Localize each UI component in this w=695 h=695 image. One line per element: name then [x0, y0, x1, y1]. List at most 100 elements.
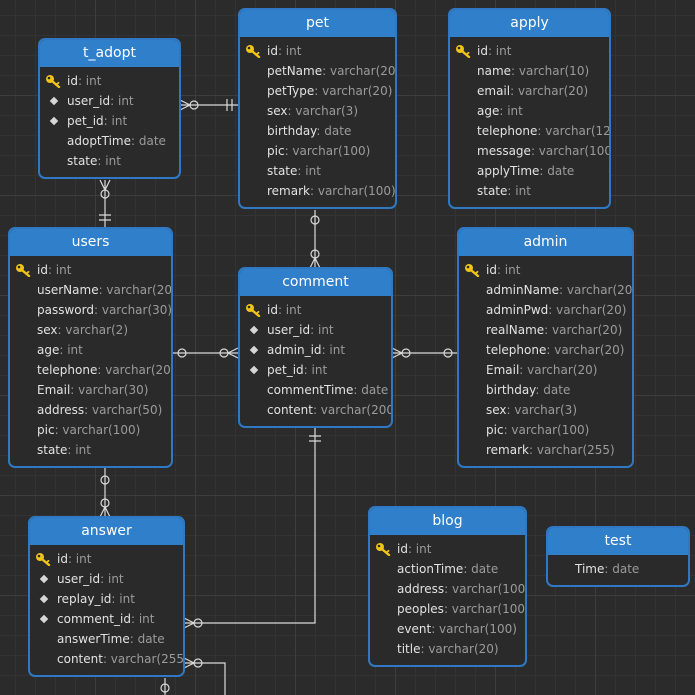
field-row[interactable]: adminName: varchar(20): [459, 280, 632, 300]
field-type: : varchar(20): [420, 642, 499, 656]
field-row[interactable]: id: int: [450, 41, 609, 61]
field-row[interactable]: birthday: date: [459, 380, 632, 400]
field-row[interactable]: birthday: date: [240, 121, 395, 141]
field-row[interactable]: content: varchar(255): [30, 649, 183, 669]
entity-test[interactable]: test Time: date: [546, 526, 690, 587]
field-row[interactable]: address: varchar(100): [370, 579, 525, 599]
entity-fields: id: int userName: varchar(20) password: va…: [10, 256, 171, 460]
field-type: : varchar(100): [503, 423, 590, 437]
entity-blog[interactable]: blog id: int actionTime: date address: varc…: [368, 506, 527, 667]
field-row[interactable]: name: varchar(10): [450, 61, 609, 81]
field-row[interactable]: sex: varchar(3): [240, 101, 395, 121]
entity-pet[interactable]: pet id: int petName: varchar(20) petType: v…: [238, 8, 397, 209]
field-name: sex: [267, 104, 288, 118]
field-row[interactable]: id: int: [10, 260, 171, 280]
entity-answer[interactable]: answer id: int user_id: int replay_id: int c…: [28, 516, 185, 677]
field-row[interactable]: content: varchar(200): [240, 400, 391, 420]
field-row[interactable]: Time: date: [548, 559, 688, 579]
field-row[interactable]: pic: varchar(100): [240, 141, 395, 161]
field-row[interactable]: pet_id: int: [240, 360, 391, 380]
field-name: id: [267, 303, 278, 317]
field-row[interactable]: id: int: [370, 539, 525, 559]
field-row[interactable]: telephone: varchar(12): [450, 121, 609, 141]
field-row[interactable]: age: int: [10, 340, 171, 360]
field-row[interactable]: sex: varchar(2): [10, 320, 171, 340]
field-type: : varchar(100): [443, 602, 527, 616]
field-name: answerTime: [57, 632, 130, 646]
field-row[interactable]: pet_id: int: [40, 111, 179, 131]
field-row[interactable]: petName: varchar(20): [240, 61, 395, 81]
field-row[interactable]: userName: varchar(20): [10, 280, 171, 300]
field-row[interactable]: peoples: varchar(100): [370, 599, 525, 619]
field-name: id: [57, 552, 68, 566]
field-row[interactable]: pic: varchar(100): [10, 420, 171, 440]
field-row[interactable]: actionTime: date: [370, 559, 525, 579]
field-name: birthday: [267, 124, 317, 138]
field-name: title: [397, 642, 421, 656]
field-type: : varchar(100): [309, 184, 396, 198]
field-name: password: [37, 303, 94, 317]
field-row[interactable]: state: int: [450, 181, 609, 201]
field-row[interactable]: replay_id: int: [30, 589, 183, 609]
field-name: state: [67, 154, 98, 168]
field-type: : varchar(200): [312, 403, 393, 417]
field-row[interactable]: Email: varchar(20): [459, 360, 632, 380]
field-type: : int: [77, 74, 102, 88]
field-row[interactable]: id: int: [30, 549, 183, 569]
field-row[interactable]: Email: varchar(30): [10, 380, 171, 400]
field-row[interactable]: remark: varchar(255): [459, 440, 632, 460]
field-row[interactable]: sex: varchar(3): [459, 400, 632, 420]
field-name: state: [37, 443, 68, 457]
field-row[interactable]: age: int: [450, 101, 609, 121]
field-row[interactable]: state: int: [240, 161, 395, 181]
field-row[interactable]: adoptTime: date: [40, 131, 179, 151]
field-row[interactable]: id: int: [240, 41, 395, 61]
field-row[interactable]: email: varchar(20): [450, 81, 609, 101]
diamond-icon: [39, 594, 49, 604]
field-row[interactable]: realName: varchar(20): [459, 320, 632, 340]
field-row[interactable]: petType: varchar(20): [240, 81, 395, 101]
field-row[interactable]: applyTime: date: [450, 161, 609, 181]
field-row[interactable]: address: varchar(50): [10, 400, 171, 420]
entity-admin[interactable]: admin id: int adminName: varchar(20) adminP…: [457, 227, 634, 468]
field-name: email: [477, 84, 511, 98]
field-row[interactable]: id: int: [240, 300, 391, 320]
field-name: event: [397, 622, 432, 636]
field-row[interactable]: user_id: int: [40, 91, 179, 111]
field-name: adminName: [486, 283, 560, 297]
field-type: : int: [111, 592, 135, 606]
field-type: : varchar(20): [510, 84, 589, 98]
entity-apply[interactable]: apply id: int name: varchar(10) email: varc…: [448, 8, 611, 209]
field-row[interactable]: id: int: [459, 260, 632, 280]
entity-users[interactable]: users id: int userName: varchar(20) passwor…: [8, 227, 173, 468]
field-row[interactable]: commentTime: date: [240, 380, 391, 400]
field-row[interactable]: remark: varchar(100): [240, 181, 395, 201]
field-name: Email: [37, 383, 71, 397]
field-row[interactable]: id: int: [40, 71, 179, 91]
field-row[interactable]: admin_id: int: [240, 340, 391, 360]
entity-fields: id: int actionTime: date address: varchar(…: [370, 535, 525, 659]
field-row[interactable]: pic: varchar(100): [459, 420, 632, 440]
field-row[interactable]: state: int: [40, 151, 179, 171]
field-row[interactable]: password: varchar(30): [10, 300, 171, 320]
field-type: : int: [110, 94, 134, 108]
field-name: id: [397, 542, 408, 556]
entity-fields: id: int name: varchar(10) email: varchar(2…: [450, 37, 609, 201]
field-row[interactable]: message: varchar(100): [450, 141, 609, 161]
field-type: : int: [407, 542, 432, 556]
entity-comment[interactable]: comment id: int user_id: int admin_id: int p…: [238, 267, 393, 428]
field-row[interactable]: user_id: int: [30, 569, 183, 589]
field-type: : date: [316, 124, 352, 138]
field-name: age: [477, 104, 500, 118]
field-row[interactable]: adminPwd: varchar(20): [459, 300, 632, 320]
field-row[interactable]: state: int: [10, 440, 171, 460]
field-row[interactable]: event: varchar(100): [370, 619, 525, 639]
field-row[interactable]: comment_id: int: [30, 609, 183, 629]
entity-t_adopt[interactable]: t_adopt id: int user_id: int pet_id: int ado…: [38, 38, 181, 179]
field-row[interactable]: title: varchar(20): [370, 639, 525, 659]
field-row[interactable]: telephone: varchar(20): [459, 340, 632, 360]
field-type: : varchar(12): [537, 124, 611, 138]
field-row[interactable]: telephone: varchar(20): [10, 360, 171, 380]
field-row[interactable]: answerTime: date: [30, 629, 183, 649]
field-row[interactable]: user_id: int: [240, 320, 391, 340]
